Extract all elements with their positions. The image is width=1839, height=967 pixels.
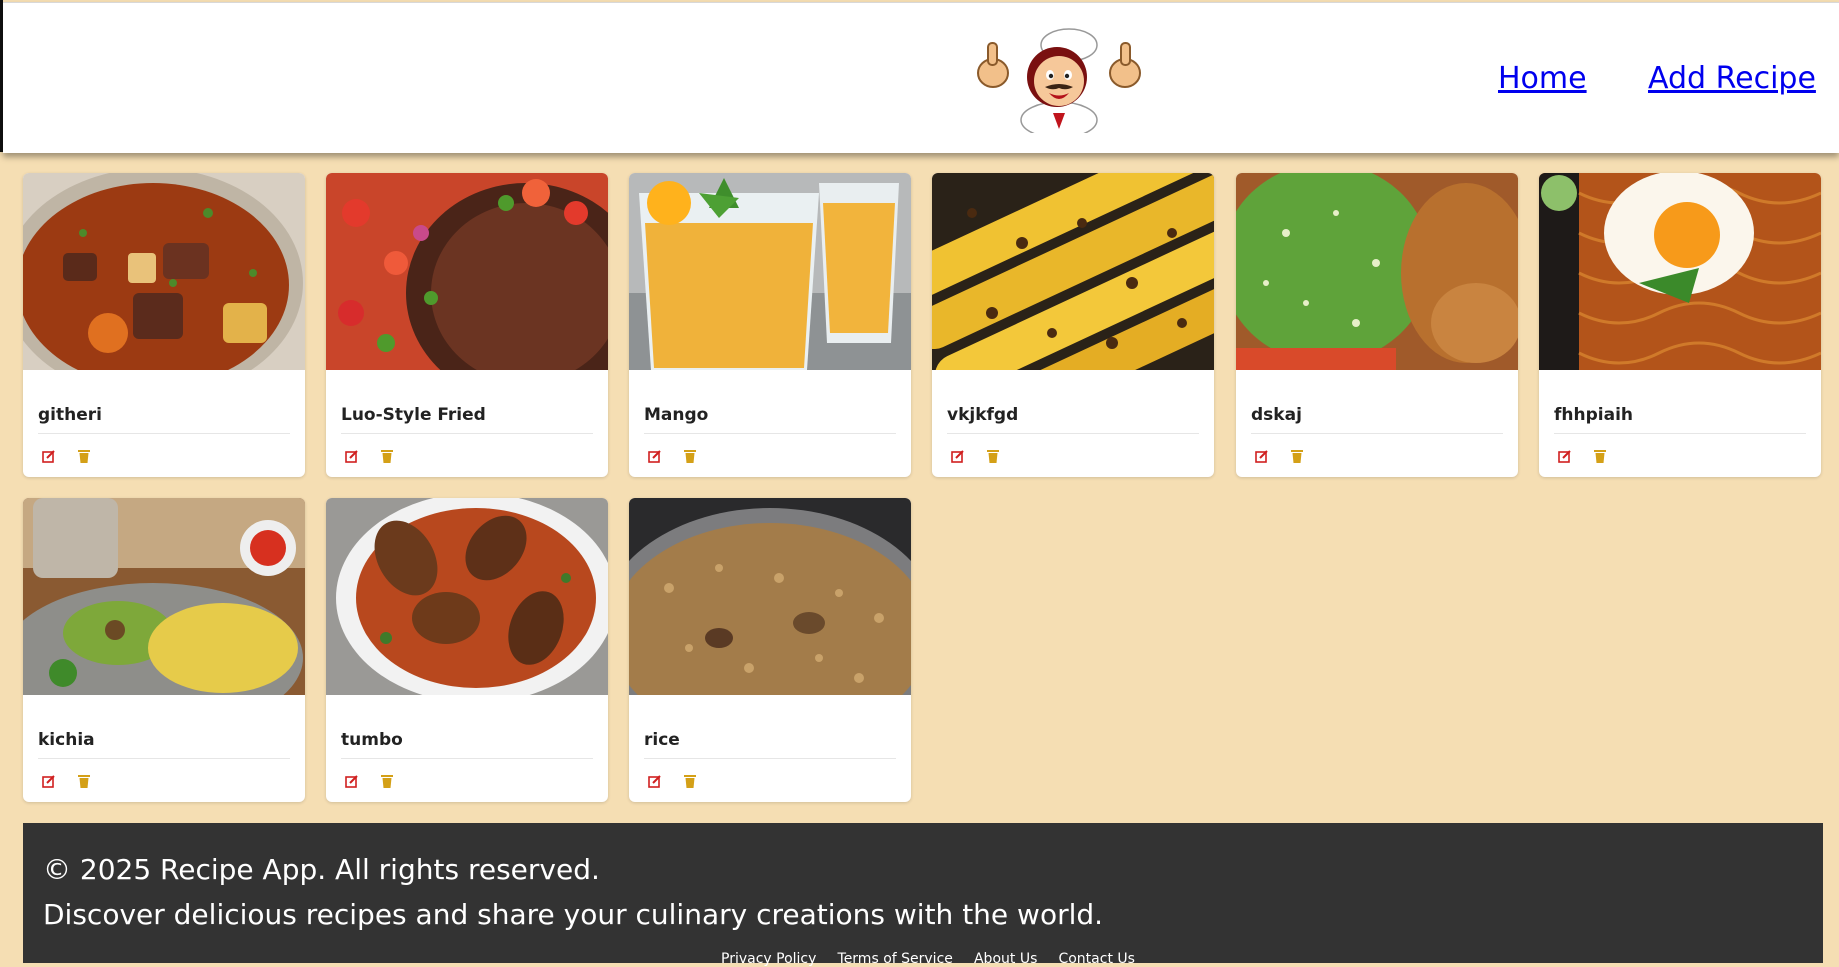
card-divider — [341, 433, 593, 434]
card-divider — [947, 433, 1199, 434]
recipe-title: githeri — [38, 405, 102, 425]
recipe-card[interactable]: fhhpiaih — [1539, 173, 1821, 477]
footer-tagline: Discover delicious recipes and share you… — [43, 898, 1104, 931]
card-divider — [644, 758, 896, 759]
chef-logo — [977, 28, 1141, 133]
site-header: Home Add Recipe — [3, 2, 1839, 153]
recipe-title: fhhpiaih — [1554, 405, 1633, 425]
card-divider — [1554, 433, 1806, 434]
recipe-image-noodles-egg — [1539, 173, 1821, 370]
edit-icon[interactable] — [345, 774, 359, 788]
recipe-image-roasted-maize — [932, 173, 1214, 370]
recipe-image-mukimo — [1236, 173, 1518, 370]
edit-icon[interactable] — [648, 449, 662, 463]
recipe-card[interactable]: tumbo — [326, 498, 608, 802]
recipe-card[interactable]: kichia — [23, 498, 305, 802]
recipe-card[interactable]: dskaj — [1236, 173, 1518, 477]
card-divider — [38, 758, 290, 759]
edit-icon[interactable] — [1558, 449, 1572, 463]
recipe-card[interactable]: Luo-Style Fried — [326, 173, 608, 477]
trash-icon[interactable] — [381, 774, 393, 788]
edit-icon[interactable] — [951, 449, 965, 463]
recipe-title: kichia — [38, 730, 95, 750]
recipe-image-omelette — [23, 498, 305, 695]
trash-icon[interactable] — [684, 774, 696, 788]
edit-icon[interactable] — [42, 449, 56, 463]
site-footer: © 2025 Recipe App. All rights reserved. … — [23, 823, 1823, 967]
edit-icon[interactable] — [42, 774, 56, 788]
footer-link-terms[interactable]: Terms of Service — [838, 951, 953, 967]
footer-link-contact[interactable]: Contact Us — [1058, 951, 1134, 967]
edit-icon[interactable] — [345, 449, 359, 463]
trash-icon[interactable] — [1594, 449, 1606, 463]
footer-link-privacy[interactable]: Privacy Policy — [721, 951, 816, 967]
edit-icon[interactable] — [648, 774, 662, 788]
recipe-title: rice — [644, 730, 680, 750]
footer-link-about[interactable]: About Us — [974, 951, 1037, 967]
nav-home-link[interactable]: Home — [1498, 61, 1587, 96]
recipe-image-mango-juice — [629, 173, 911, 370]
recipe-title: vkjkfgd — [947, 405, 1019, 425]
recipe-image-stew — [23, 173, 305, 370]
card-divider — [644, 433, 896, 434]
card-divider — [341, 758, 593, 759]
recipe-title: Luo-Style Fried — [341, 405, 486, 425]
trash-icon[interactable] — [684, 449, 696, 463]
trash-icon[interactable] — [381, 449, 393, 463]
recipe-title: dskaj — [1251, 405, 1302, 425]
footer-copyright: © 2025 Recipe App. All rights reserved. — [43, 853, 600, 886]
footer-links: Privacy Policy Terms of Service About Us… — [713, 948, 1143, 967]
trash-icon[interactable] — [987, 449, 999, 463]
edit-icon[interactable] — [1255, 449, 1269, 463]
recipe-title: Mango — [644, 405, 709, 425]
recipe-title: tumbo — [341, 730, 403, 750]
recipe-image-pilau — [629, 498, 911, 695]
recipe-card[interactable]: Mango — [629, 173, 911, 477]
card-divider — [38, 433, 290, 434]
recipe-image-fried-fish — [326, 173, 608, 370]
recipe-card[interactable]: githeri — [23, 173, 305, 477]
nav-add-recipe-link[interactable]: Add Recipe — [1648, 61, 1816, 96]
recipe-card[interactable]: rice — [629, 498, 911, 802]
recipe-image-jollof-chicken — [326, 498, 608, 695]
trash-icon[interactable] — [78, 774, 90, 788]
recipe-card[interactable]: vkjkfgd — [932, 173, 1214, 477]
trash-icon[interactable] — [78, 449, 90, 463]
trash-icon[interactable] — [1291, 449, 1303, 463]
card-divider — [1251, 433, 1503, 434]
